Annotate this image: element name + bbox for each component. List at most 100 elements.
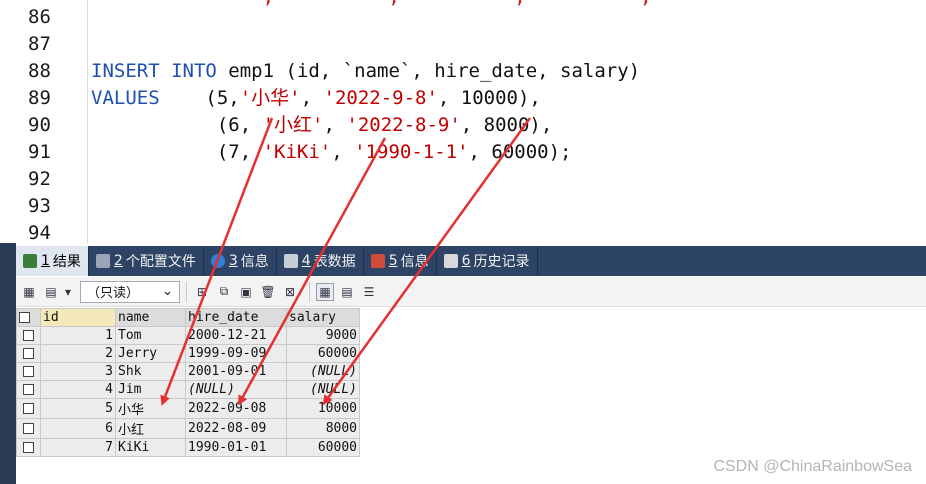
select-all-checkbox[interactable] <box>16 308 41 327</box>
table-row[interactable]: 7 KiKi 1990-01-01 60000 <box>16 438 360 457</box>
tab-label: 结果 <box>52 254 81 270</box>
sql-text: , <box>323 114 347 136</box>
row-checkbox[interactable] <box>16 362 41 381</box>
duplicate-row-icon[interactable]: ⧉ <box>215 283 233 301</box>
table-data-icon <box>283 254 298 268</box>
table-row[interactable]: 5 小华 2022-09-08 10000 <box>16 398 360 419</box>
cell-salary[interactable]: 9000 <box>286 326 360 345</box>
sql-text: (6, <box>91 114 263 136</box>
table-row[interactable]: 2 Jerry 1999-09-09 60000 <box>16 344 360 363</box>
tab-number: 6 <box>461 253 471 269</box>
tab-number: 1 <box>41 253 50 269</box>
cell-name[interactable]: Shk <box>115 362 186 381</box>
sql-editor[interactable]: , , , , 86 87 88 89 90 91 92 93 94 INSER… <box>0 0 926 244</box>
line-number: 93 <box>28 195 51 217</box>
code-line-values[interactable]: (7, 'KiKi', '1990-1-1', 60000); <box>91 139 572 166</box>
cell-salary[interactable]: 60000 <box>286 438 360 457</box>
column-header-name[interactable]: name <box>115 308 186 327</box>
cell-name[interactable]: KiKi <box>115 438 186 457</box>
cell-id[interactable]: 3 <box>40 362 116 381</box>
separator <box>309 281 310 302</box>
row-checkbox[interactable] <box>16 344 41 363</box>
cell-id[interactable]: 4 <box>40 380 116 399</box>
code-line-partial: , , , , <box>91 0 652 11</box>
tab-history[interactable]: 6 历史记录 <box>437 246 538 276</box>
line-number: 89 <box>28 87 51 109</box>
line-number: 91 <box>28 141 51 163</box>
select-value: （只读） <box>87 286 140 301</box>
cell-hire-date[interactable]: 1990-01-01 <box>185 438 287 457</box>
export-grid-icon[interactable]: ▦ <box>20 283 38 301</box>
row-checkbox[interactable] <box>16 438 41 457</box>
cell-name[interactable]: 小红 <box>115 418 186 439</box>
table-row[interactable]: 4 Jim (NULL) (NULL) <box>16 380 360 399</box>
cell-salary[interactable]: (NULL) <box>286 380 360 399</box>
add-row-icon[interactable]: ⊞ <box>193 283 211 301</box>
sql-text: , <box>300 87 324 109</box>
form-view-icon[interactable]: ▤ <box>338 283 356 301</box>
cell-hire-date[interactable]: 2022-08-09 <box>185 418 287 439</box>
cell-id[interactable]: 7 <box>40 438 116 457</box>
cell-hire-date[interactable]: 2001-09-01 <box>185 362 287 381</box>
line-number: 90 <box>28 114 51 136</box>
sql-text: , 10000), <box>437 87 541 109</box>
cell-id[interactable]: 5 <box>40 398 116 419</box>
cell-name[interactable]: 小华 <box>115 398 186 419</box>
row-checkbox[interactable] <box>16 418 41 439</box>
delete-icon[interactable]: 🗑 <box>259 283 277 301</box>
save-icon[interactable]: ▣ <box>237 283 255 301</box>
tab-label: 信息 <box>240 254 269 270</box>
tab-profiles[interactable]: 2 个配置文件 <box>89 246 204 276</box>
cell-id[interactable]: 1 <box>40 326 116 345</box>
tab-label: 历史记录 <box>473 254 530 270</box>
cell-name[interactable]: Jerry <box>115 344 186 363</box>
table-row[interactable]: 6 小红 2022-08-09 8000 <box>16 418 360 439</box>
row-checkbox[interactable] <box>16 326 41 345</box>
cell-salary[interactable]: 10000 <box>286 398 360 419</box>
cancel-changes-icon[interactable]: ⊠ <box>281 283 299 301</box>
cell-name[interactable]: Tom <box>115 326 186 345</box>
cell-name[interactable]: Jim <box>115 380 186 399</box>
tab-results[interactable]: 1 结果 <box>16 246 89 276</box>
cell-id[interactable]: 2 <box>40 344 116 363</box>
profile-icon <box>95 254 110 268</box>
tab-number: 2 <box>113 253 123 269</box>
info-icon <box>210 254 225 268</box>
cell-hire-date[interactable]: 1999-09-09 <box>185 344 287 363</box>
cell-salary[interactable]: 8000 <box>286 418 360 439</box>
cell-hire-date[interactable]: 2022-09-08 <box>185 398 287 419</box>
line-number: 88 <box>28 60 51 82</box>
sql-string: '1990-1-1' <box>354 141 469 163</box>
cell-id[interactable]: 6 <box>40 418 116 439</box>
row-checkbox[interactable] <box>16 380 41 399</box>
chevron-down-icon: ⌄ <box>162 284 173 299</box>
tab-info[interactable]: 3 信息 <box>204 246 277 276</box>
tab-table-data[interactable]: 4 表数据 <box>277 246 364 276</box>
table-row[interactable]: 1 Tom 2000-12-21 9000 <box>16 326 360 345</box>
code-line-values[interactable]: VALUES (5,'小华', '2022-9-8', 10000), <box>91 85 541 112</box>
column-header-hire-date[interactable]: hire_date <box>185 308 287 327</box>
cell-salary[interactable]: 60000 <box>286 344 360 363</box>
column-header-id[interactable]: id <box>40 308 116 327</box>
chevron-down-icon[interactable]: ▾ <box>64 283 72 301</box>
sql-string: '2022-8-9' <box>346 114 461 136</box>
text-view-icon[interactable]: ☰ <box>360 283 378 301</box>
cell-hire-date[interactable]: 2000-12-21 <box>185 326 287 345</box>
separator <box>186 281 187 302</box>
column-header-salary[interactable]: salary <box>286 308 360 327</box>
row-checkbox[interactable] <box>16 398 41 419</box>
watermark: CSDN @ChinaRainbowSea <box>713 458 912 475</box>
result-tabs: 1 结果 2 个配置文件 3 信息 4 表数据 5 信息 6 历史记录 <box>16 246 926 276</box>
sql-keyword: VALUES <box>91 87 160 109</box>
import-grid-icon[interactable]: ▤ <box>42 283 60 301</box>
read-only-select[interactable]: （只读） ⌄ <box>80 280 180 303</box>
table-row[interactable]: 3 Shk 2001-09-01 (NULL) <box>16 362 360 381</box>
tab-info-2[interactable]: 5 信息 <box>364 246 437 276</box>
result-toolbar: ▦ ▤ ▾ （只读） ⌄ ⊞ ⧉ ▣ 🗑 ⊠ ▦ ▤ ☰ <box>16 277 926 307</box>
code-line-values[interactable]: (6, '小红', '2022-8-9', 8000), <box>91 112 552 139</box>
cell-hire-date[interactable]: (NULL) <box>185 380 287 399</box>
cell-salary[interactable]: (NULL) <box>286 362 360 381</box>
grid-header-row: id name hire_date salary <box>16 308 360 327</box>
grid-view-icon[interactable]: ▦ <box>316 282 334 301</box>
code-line-insert[interactable]: INSERT INTO emp1 (id, `name`, hire_date,… <box>91 58 640 85</box>
